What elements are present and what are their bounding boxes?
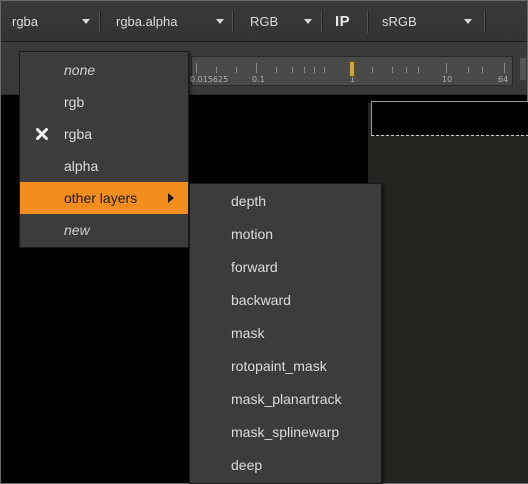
input-process-button[interactable]: IP [335,11,350,33]
submenu-item-forward[interactable]: forward [190,251,381,283]
submenu-item-rotopaint-mask[interactable]: rotopaint_mask [190,350,381,382]
menu-item-label: other layers [64,190,138,206]
bbox-dashed-line [371,135,528,136]
layer-menu: none rgb rgba alpha other layers new [19,51,189,248]
display-channel-dropdown-label: RGB [250,14,279,29]
channels-dropdown-label: rgba [12,14,39,29]
menu-item-label: alpha [64,158,99,174]
slider-tick [324,67,325,73]
channels-chevron-down-icon[interactable] [82,19,90,24]
slider-tick [304,67,305,73]
submenu-item-label: depth [231,193,267,209]
menu-item-label: rgb [64,94,85,110]
mask-channel-dropdown[interactable]: rgba.alpha [116,11,177,33]
slider-tick [482,67,483,73]
viewer-lut-dropdown-label: sRGB [382,14,417,29]
format-boundary [371,101,528,135]
submenu-item-mask-planartrack[interactable]: mask_planartrack [190,383,381,415]
slider-tick [276,67,277,73]
slider-tick-label: 0.1 [252,75,265,84]
submenu-item-label: rotopaint_mask [231,358,327,374]
display-channel-dropdown[interactable]: RGB [250,11,278,33]
slider-tick [372,67,373,73]
submenu-item-label: deep [231,457,263,473]
channels-dropdown[interactable]: rgba [12,11,38,33]
menu-item-label: none [64,62,96,78]
viewer-toolbar: rgba rgba.alpha RGB IP sRGB [1,1,527,42]
ruler-end-cap [520,58,526,80]
toolbar-divider [367,11,369,33]
menu-item-none[interactable]: none [20,54,188,86]
submenu-item-label: mask [231,325,265,341]
submenu-item-motion[interactable]: motion [190,218,381,250]
slider-tick [468,67,469,73]
submenu-arrow-right-icon [168,193,174,203]
slider-tick-label: 10 [442,75,453,84]
mask-chevron-down-icon[interactable] [216,19,224,24]
other-layers-submenu: depth motion forward backward mask rotop… [189,183,382,484]
display-chevron-down-icon[interactable] [304,19,312,24]
toolbar-divider [484,11,486,33]
gain-slider-track[interactable]: 0.015625 0.1 1 10 64 [190,56,513,86]
submenu-item-label: motion [231,226,274,242]
submenu-item-backward[interactable]: backward [190,284,381,316]
menu-item-alpha[interactable]: alpha [20,150,188,182]
toolbar-divider [99,11,101,33]
toolbar-divider [321,11,323,33]
slider-tick [314,67,315,73]
menu-item-label: rgba [64,126,93,142]
image-region [368,103,528,483]
submenu-item-label: mask_planartrack [231,391,342,407]
slider-tick [446,63,447,73]
slider-tick-label: 0.015625 [190,75,229,84]
slider-tick [292,67,293,73]
lut-chevron-down-icon[interactable] [464,19,472,24]
menu-item-rgb[interactable]: rgb [20,86,188,118]
slider-tick [216,67,217,73]
submenu-item-mask[interactable]: mask [190,317,381,349]
menu-item-other-layers[interactable]: other layers [20,182,188,214]
slider-tick [256,63,257,73]
slider-tick-label: 64 [498,75,509,84]
submenu-item-depth[interactable]: depth [190,185,381,217]
slider-tick [504,63,505,73]
submenu-item-label: backward [231,292,291,308]
slider-tick [406,67,407,73]
slider-tick [196,63,197,73]
slider-tick [418,67,419,73]
submenu-item-label: mask_splinewarp [231,424,340,440]
mask-channel-dropdown-label: rgba.alpha [116,14,178,29]
submenu-item-mask-splinewarp[interactable]: mask_splinewarp [190,416,381,448]
submenu-item-label: forward [231,259,278,275]
toolbar-divider [232,11,234,33]
check-x-icon [36,128,48,140]
slider-tick [392,67,393,73]
submenu-item-deep[interactable]: deep [190,449,381,481]
menu-item-label: new [64,222,90,238]
menu-item-rgba[interactable]: rgba [20,118,188,150]
slider-tick [236,67,237,73]
gain-slider-handle[interactable] [349,61,355,77]
menu-item-new[interactable]: new [20,214,188,246]
viewer-lut-dropdown[interactable]: sRGB [382,11,417,33]
